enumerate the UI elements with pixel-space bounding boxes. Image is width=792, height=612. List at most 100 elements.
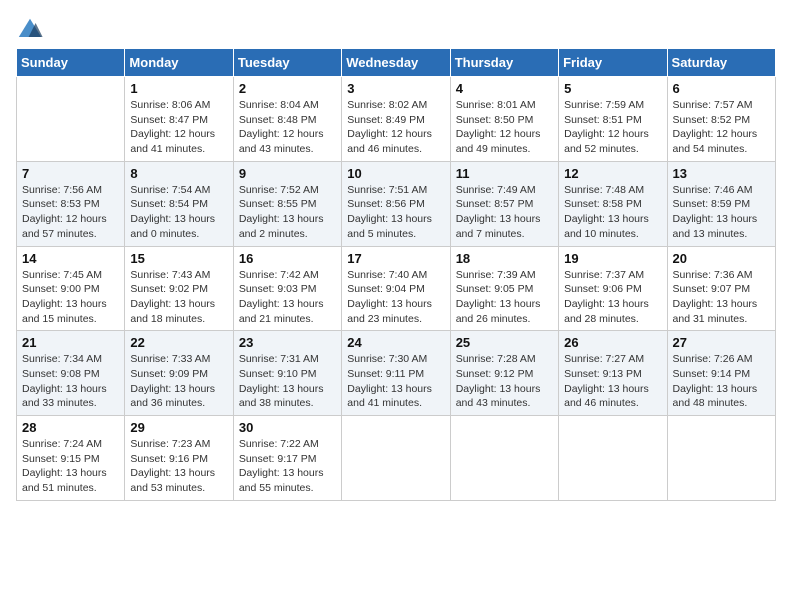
day-cell: 1Sunrise: 8:06 AMSunset: 8:47 PMDaylight… (125, 77, 233, 162)
week-row-5: 28 Sunrise: 7:24 AMSunset: 9:15 PMDayligh… (17, 416, 776, 501)
day-cell: 21Sunrise: 7:34 AMSunset: 9:08 PMDayligh… (17, 331, 125, 416)
day-number: 6 (673, 81, 770, 96)
day-cell: 28 Sunrise: 7:24 AMSunset: 9:15 PMDayligh… (17, 416, 125, 501)
day-number: 27 (673, 335, 770, 350)
day-number: 16 (239, 251, 336, 266)
day-cell (667, 416, 775, 501)
day-info: Sunrise: 7:51 AMSunset: 8:56 PMDaylight:… (347, 183, 444, 242)
day-info: Sunrise: 8:02 AMSunset: 8:49 PMDaylight:… (347, 98, 444, 157)
day-cell: 24 Sunrise: 7:30 AMSunset: 9:11 PMDayligh… (342, 331, 450, 416)
day-number: 7 (22, 166, 119, 181)
day-info: Sunrise: 7:54 AMSunset: 8:54 PMDaylight:… (130, 183, 227, 242)
day-number: 12 (564, 166, 661, 181)
day-cell: 22 Sunrise: 7:33 AMSunset: 9:09 PMDayligh… (125, 331, 233, 416)
day-info: Sunrise: 7:43 AMSunset: 9:02 PMDaylight:… (130, 268, 227, 327)
day-info: Sunrise: 7:57 AMSunset: 8:52 PMDaylight:… (673, 98, 770, 157)
day-info: Sunrise: 7:27 AMSunset: 9:13 PMDaylight:… (564, 352, 661, 411)
day-number: 5 (564, 81, 661, 96)
calendar-body: 1Sunrise: 8:06 AMSunset: 8:47 PMDaylight… (17, 77, 776, 501)
day-number: 20 (673, 251, 770, 266)
day-cell: 26 Sunrise: 7:27 AMSunset: 9:13 PMDayligh… (559, 331, 667, 416)
header-row: SundayMondayTuesdayWednesdayThursdayFrid… (17, 49, 776, 77)
day-info: Sunrise: 7:22 AMSunset: 9:17 PMDaylight:… (239, 437, 336, 496)
day-cell: 8 Sunrise: 7:54 AMSunset: 8:54 PMDaylight… (125, 161, 233, 246)
day-number: 30 (239, 420, 336, 435)
day-cell: 9Sunrise: 7:52 AMSunset: 8:55 PMDaylight… (233, 161, 341, 246)
day-info: Sunrise: 7:39 AMSunset: 9:05 PMDaylight:… (456, 268, 553, 327)
day-info: Sunrise: 7:42 AMSunset: 9:03 PMDaylight:… (239, 268, 336, 327)
day-cell: 15 Sunrise: 7:43 AMSunset: 9:02 PMDayligh… (125, 246, 233, 331)
week-row-1: 1Sunrise: 8:06 AMSunset: 8:47 PMDaylight… (17, 77, 776, 162)
day-number: 9 (239, 166, 336, 181)
day-cell: 20 Sunrise: 7:36 AMSunset: 9:07 PMDayligh… (667, 246, 775, 331)
day-info: Sunrise: 7:23 AMSunset: 9:16 PMDaylight:… (130, 437, 227, 496)
day-cell: 6 Sunrise: 7:57 AMSunset: 8:52 PMDaylight… (667, 77, 775, 162)
day-info: Sunrise: 8:04 AMSunset: 8:48 PMDaylight:… (239, 98, 336, 157)
day-number: 28 (22, 420, 119, 435)
day-info: Sunrise: 8:06 AMSunset: 8:47 PMDaylight:… (130, 98, 227, 157)
day-cell: 13 Sunrise: 7:46 AMSunset: 8:59 PMDayligh… (667, 161, 775, 246)
page-header (16, 16, 776, 44)
header-saturday: Saturday (667, 49, 775, 77)
day-cell: 29 Sunrise: 7:23 AMSunset: 9:16 PMDayligh… (125, 416, 233, 501)
day-cell: 4 Sunrise: 8:01 AMSunset: 8:50 PMDaylight… (450, 77, 558, 162)
header-tuesday: Tuesday (233, 49, 341, 77)
day-info: Sunrise: 7:46 AMSunset: 8:59 PMDaylight:… (673, 183, 770, 242)
day-cell: 25 Sunrise: 7:28 AMSunset: 9:12 PMDayligh… (450, 331, 558, 416)
day-info: Sunrise: 7:26 AMSunset: 9:14 PMDaylight:… (673, 352, 770, 411)
header-thursday: Thursday (450, 49, 558, 77)
day-number: 18 (456, 251, 553, 266)
day-number: 4 (456, 81, 553, 96)
header-wednesday: Wednesday (342, 49, 450, 77)
logo (16, 16, 46, 44)
day-info: Sunrise: 7:45 AMSunset: 9:00 PMDaylight:… (22, 268, 119, 327)
week-row-4: 21Sunrise: 7:34 AMSunset: 9:08 PMDayligh… (17, 331, 776, 416)
day-cell: 3 Sunrise: 8:02 AMSunset: 8:49 PMDaylight… (342, 77, 450, 162)
day-cell: 11 Sunrise: 7:49 AMSunset: 8:57 PMDayligh… (450, 161, 558, 246)
day-cell (342, 416, 450, 501)
day-info: Sunrise: 7:48 AMSunset: 8:58 PMDaylight:… (564, 183, 661, 242)
logo-icon (16, 16, 44, 44)
day-cell: 10 Sunrise: 7:51 AMSunset: 8:56 PMDayligh… (342, 161, 450, 246)
header-monday: Monday (125, 49, 233, 77)
day-number: 19 (564, 251, 661, 266)
day-info: Sunrise: 7:36 AMSunset: 9:07 PMDaylight:… (673, 268, 770, 327)
day-number: 25 (456, 335, 553, 350)
day-info: Sunrise: 7:28 AMSunset: 9:12 PMDaylight:… (456, 352, 553, 411)
day-number: 24 (347, 335, 444, 350)
day-number: 3 (347, 81, 444, 96)
day-number: 11 (456, 166, 553, 181)
day-info: Sunrise: 8:01 AMSunset: 8:50 PMDaylight:… (456, 98, 553, 157)
day-cell: 16 Sunrise: 7:42 AMSunset: 9:03 PMDayligh… (233, 246, 341, 331)
header-sunday: Sunday (17, 49, 125, 77)
day-cell: 23 Sunrise: 7:31 AMSunset: 9:10 PMDayligh… (233, 331, 341, 416)
day-number: 22 (130, 335, 227, 350)
day-info: Sunrise: 7:30 AMSunset: 9:11 PMDaylight:… (347, 352, 444, 411)
calendar-table: SundayMondayTuesdayWednesdayThursdayFrid… (16, 48, 776, 501)
day-info: Sunrise: 7:49 AMSunset: 8:57 PMDaylight:… (456, 183, 553, 242)
day-cell (559, 416, 667, 501)
day-number: 29 (130, 420, 227, 435)
day-cell: 5Sunrise: 7:59 AMSunset: 8:51 PMDaylight… (559, 77, 667, 162)
day-info: Sunrise: 7:56 AMSunset: 8:53 PMDaylight:… (22, 183, 119, 242)
day-number: 2 (239, 81, 336, 96)
day-cell: 27 Sunrise: 7:26 AMSunset: 9:14 PMDayligh… (667, 331, 775, 416)
header-friday: Friday (559, 49, 667, 77)
day-number: 17 (347, 251, 444, 266)
day-info: Sunrise: 7:33 AMSunset: 9:09 PMDaylight:… (130, 352, 227, 411)
day-cell: 14Sunrise: 7:45 AMSunset: 9:00 PMDayligh… (17, 246, 125, 331)
day-cell: 19Sunrise: 7:37 AMSunset: 9:06 PMDayligh… (559, 246, 667, 331)
day-info: Sunrise: 7:24 AMSunset: 9:15 PMDaylight:… (22, 437, 119, 496)
day-number: 26 (564, 335, 661, 350)
day-number: 13 (673, 166, 770, 181)
day-number: 8 (130, 166, 227, 181)
day-info: Sunrise: 7:34 AMSunset: 9:08 PMDaylight:… (22, 352, 119, 411)
day-cell: 18 Sunrise: 7:39 AMSunset: 9:05 PMDayligh… (450, 246, 558, 331)
day-number: 23 (239, 335, 336, 350)
day-number: 10 (347, 166, 444, 181)
calendar-header: SundayMondayTuesdayWednesdayThursdayFrid… (17, 49, 776, 77)
day-cell: 2 Sunrise: 8:04 AMSunset: 8:48 PMDaylight… (233, 77, 341, 162)
day-info: Sunrise: 7:31 AMSunset: 9:10 PMDaylight:… (239, 352, 336, 411)
week-row-2: 7 Sunrise: 7:56 AMSunset: 8:53 PMDaylight… (17, 161, 776, 246)
day-number: 15 (130, 251, 227, 266)
